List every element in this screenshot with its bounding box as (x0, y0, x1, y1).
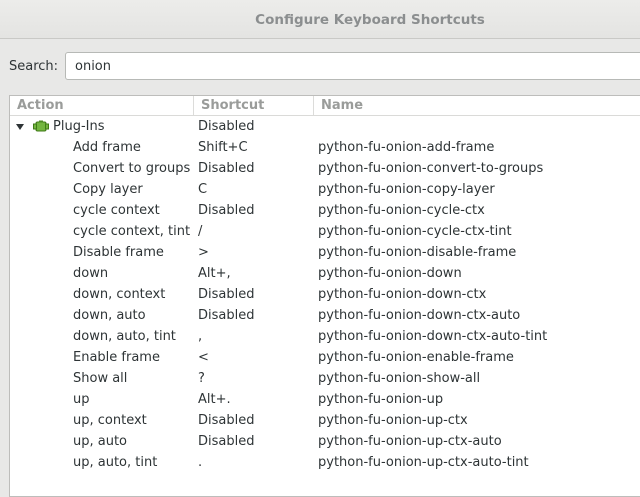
group-shortcut[interactable]: Disabled (198, 116, 254, 137)
shortcut-cell[interactable]: Disabled (198, 284, 254, 305)
action-cell: Show all (73, 371, 128, 386)
name-cell: python-fu-onion-cycle-ctx (318, 203, 485, 218)
shortcut-cell[interactable]: Disabled (198, 431, 254, 452)
table-row[interactable]: Disable frame > python-fu-onion-disable-fr… (10, 242, 640, 263)
name-cell: python-fu-onion-up-ctx (318, 413, 468, 428)
table-row[interactable]: Show all? python-fu-onion-show-all (10, 368, 640, 389)
action-cell: down (73, 266, 109, 281)
action-cell: cycle context (73, 203, 160, 218)
column-header-action[interactable]: Action (10, 96, 193, 115)
shortcut-cell[interactable]: . (198, 452, 202, 473)
action-cell: cycle context, tint (73, 224, 191, 239)
name-cell: python-fu-onion-down (318, 266, 462, 281)
action-cell: Convert to groups (73, 161, 191, 176)
table-row[interactable]: down Alt+, python-fu-onion-down (10, 263, 640, 284)
name-cell: python-fu-onion-disable-frame (318, 245, 517, 260)
shortcut-cell[interactable]: Disabled (198, 410, 254, 431)
name-cell: python-fu-onion-add-frame (318, 140, 495, 155)
search-input[interactable] (65, 52, 640, 80)
expander-arrow-icon[interactable] (16, 124, 24, 130)
column-header-row: Action Shortcut Name (10, 96, 640, 116)
shortcut-cell[interactable]: > (198, 242, 209, 263)
table-row[interactable]: up, context Disabled python-fu-onion-up-ct… (10, 410, 640, 431)
shortcuts-tree[interactable]: Action Shortcut Name Plug-Ins Disabled A… (9, 95, 640, 497)
action-cell: up, context (73, 413, 147, 428)
plugin-icon (33, 120, 49, 132)
column-header-name[interactable]: Name (313, 96, 640, 115)
action-cell: Disable frame (73, 245, 164, 260)
title-bar: Configure Keyboard Shortcuts (0, 0, 640, 39)
table-row[interactable]: up, auto, tint. python-fu-onion-up-ctx-au… (10, 452, 640, 473)
shortcut-cell[interactable]: , (198, 326, 202, 347)
shortcut-cell[interactable]: Disabled (198, 158, 254, 179)
shortcut-cell[interactable]: Alt+. (198, 389, 231, 410)
shortcut-cell[interactable]: Disabled (198, 305, 254, 326)
table-row[interactable]: down, context Disabled python-fu-onion-dow… (10, 284, 640, 305)
name-cell: python-fu-onion-show-all (318, 371, 481, 386)
name-cell: python-fu-onion-down-ctx-auto (318, 308, 521, 323)
shortcut-cell[interactable]: C (198, 179, 207, 200)
action-cell: Add frame (73, 140, 141, 155)
shortcut-cell[interactable]: Shift+C (198, 137, 248, 158)
table-row[interactable]: down, auto, tint, python-fu-onion-down-ct… (10, 326, 640, 347)
group-row-plug-ins[interactable]: Plug-Ins Disabled (10, 116, 640, 137)
action-cell: up (73, 392, 90, 407)
shortcut-cell[interactable]: < (198, 347, 209, 368)
table-row[interactable]: up, auto Disabled python-fu-onion-up-ctx-a… (10, 431, 640, 452)
table-row[interactable]: Enable frame < python-fu-onion-enable-fram… (10, 347, 640, 368)
table-row[interactable]: cycle context Disabled python-fu-onion-cyc… (10, 200, 640, 221)
window-title: Configure Keyboard Shortcuts (255, 12, 485, 28)
shortcut-cell[interactable]: Alt+, (198, 263, 231, 284)
action-cell: down, auto, tint (73, 329, 176, 344)
action-cell: up, auto, tint (73, 455, 158, 470)
name-cell: python-fu-onion-up-ctx-auto (318, 434, 502, 449)
action-cell: up, auto (73, 434, 128, 449)
action-cell: Enable frame (73, 350, 160, 365)
table-row[interactable]: down, auto Disabled python-fu-onion-down-c… (10, 305, 640, 326)
name-cell: python-fu-onion-convert-to-groups (318, 161, 544, 176)
name-cell: python-fu-onion-up (318, 392, 444, 407)
table-row[interactable]: up Alt+. python-fu-onion-up (10, 389, 640, 410)
name-cell: python-fu-onion-enable-frame (318, 350, 514, 365)
name-cell: python-fu-onion-cycle-ctx-tint (318, 224, 512, 239)
name-cell: python-fu-onion-down-ctx-auto-tint (318, 329, 548, 344)
shortcut-cell[interactable]: Disabled (198, 200, 254, 221)
shortcut-cell[interactable]: / (198, 221, 202, 242)
name-cell: python-fu-onion-copy-layer (318, 182, 495, 197)
column-header-shortcut[interactable]: Shortcut (193, 96, 313, 115)
name-cell: python-fu-onion-up-ctx-auto-tint (318, 455, 529, 470)
group-label: Plug-Ins (53, 119, 105, 134)
action-cell: Copy layer (73, 182, 143, 197)
table-row[interactable]: cycle context, tint / python-fu-onion-cycl… (10, 221, 640, 242)
table-row[interactable]: Convert to groups Disabled python-fu-onion… (10, 158, 640, 179)
action-cell: down, auto (73, 308, 146, 323)
search-label: Search: (9, 59, 59, 74)
name-cell: python-fu-onion-down-ctx (318, 287, 487, 302)
table-row[interactable]: Copy layer Cpython-fu-onion-copy-layer (10, 179, 640, 200)
table-row[interactable]: Add frame Shift+C python-fu-onion-add-fram… (10, 137, 640, 158)
action-cell: down, context (73, 287, 166, 302)
shortcut-cell[interactable]: ? (198, 368, 205, 389)
